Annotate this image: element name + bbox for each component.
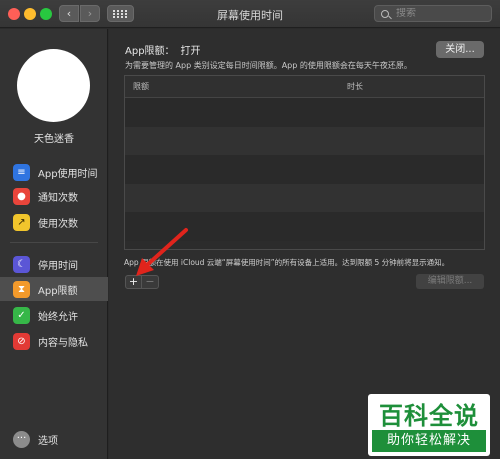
- column-header-duration[interactable]: 时长: [345, 81, 363, 92]
- sidebar-item-app-usage[interactable]: ≡ App使用时间: [0, 160, 108, 184]
- sidebar-item-label: App使用时间: [38, 168, 98, 180]
- table-row: [125, 126, 484, 155]
- sidebar-item-label: 使用次数: [38, 218, 78, 230]
- footnote-text: App 限额在使用 iCloud 云端“屏幕使用时间”的所有设备上适用。达到限额…: [124, 258, 450, 267]
- add-remove-control: + −: [125, 275, 159, 289]
- sidebar-item-notifications[interactable]: ● 通知次数: [0, 184, 108, 208]
- search-icon: [381, 9, 389, 18]
- content-privacy-icon: ⊘: [13, 332, 30, 350]
- search-field[interactable]: [374, 5, 492, 22]
- table-row: [125, 212, 484, 241]
- turn-off-button[interactable]: 关闭...: [436, 41, 484, 58]
- zoom-window-button[interactable]: [40, 8, 52, 20]
- username: 天色迷香: [34, 134, 74, 145]
- app-limits-icon: ⧗: [13, 280, 30, 298]
- remove-limit-button[interactable]: −: [142, 276, 158, 288]
- pickup-icon: ↗: [13, 213, 30, 231]
- table-row: [125, 183, 484, 212]
- column-header-limit[interactable]: 限额: [125, 81, 345, 92]
- app-limits-status: App限额： 打开: [125, 42, 201, 57]
- sidebar-item-downtime[interactable]: ☾ 停用时间: [0, 252, 108, 276]
- sidebar: 天色迷香 ≡ App使用时间 ● 通知次数 ↗ 使用次数 ☾ 停用时间 ⧗ Ap…: [0, 29, 108, 459]
- sidebar-item-label: 停用时间: [38, 260, 78, 272]
- avatar: [17, 49, 90, 122]
- limits-table[interactable]: 限额 时长: [124, 75, 485, 250]
- more-icon: ···: [13, 431, 30, 448]
- watermark-title: 百科全说: [379, 402, 479, 430]
- table-row: [125, 155, 484, 184]
- sidebar-divider: [10, 242, 98, 243]
- edit-limits-button[interactable]: 编辑限额...: [416, 274, 484, 289]
- watermark-subtitle: 助你轻松解决: [372, 430, 486, 452]
- add-limit-button[interactable]: +: [126, 276, 142, 288]
- search-input[interactable]: [396, 8, 476, 19]
- options-button[interactable]: ··· 选项: [13, 431, 58, 448]
- status-label: App限额：: [125, 46, 175, 57]
- downtime-icon: ☾: [13, 255, 30, 273]
- show-all-button[interactable]: [107, 5, 134, 22]
- hourglass-icon: ≡: [13, 163, 30, 181]
- options-label: 选项: [38, 436, 58, 447]
- sidebar-item-app-limits[interactable]: ⧗ App限额: [0, 277, 108, 301]
- table-row: [125, 98, 484, 127]
- sidebar-item-label: App限额: [38, 285, 78, 297]
- minimize-window-button[interactable]: [24, 8, 36, 20]
- table-header: 限额 时长: [125, 76, 484, 98]
- sidebar-item-label: 始终允许: [38, 311, 78, 323]
- status-value: 打开: [180, 46, 201, 57]
- watermark-logo: 百科全说 助你轻松解决: [368, 394, 490, 456]
- window-title: 屏幕使用时间: [217, 9, 283, 22]
- always-allowed-icon: ✓: [13, 306, 30, 324]
- sidebar-item-content-privacy[interactable]: ⊘ 内容与隐私: [0, 329, 108, 353]
- back-button[interactable]: ‹: [59, 5, 79, 22]
- window-titlebar: ‹ › 屏幕使用时间: [0, 0, 500, 28]
- sidebar-item-label: 通知次数: [38, 192, 78, 204]
- forward-button[interactable]: ›: [80, 5, 100, 22]
- sidebar-item-pickups[interactable]: ↗ 使用次数: [0, 210, 108, 234]
- close-window-button[interactable]: [8, 8, 20, 20]
- sidebar-item-label: 内容与隐私: [38, 337, 88, 349]
- sidebar-item-always-allowed[interactable]: ✓ 始终允许: [0, 303, 108, 327]
- description-text: 为需要管理的 App 类别设定每日时间限额。App 的使用限额会在每天午夜还原。: [125, 61, 412, 70]
- grid-icon: [113, 9, 128, 18]
- notification-icon: ●: [13, 187, 30, 205]
